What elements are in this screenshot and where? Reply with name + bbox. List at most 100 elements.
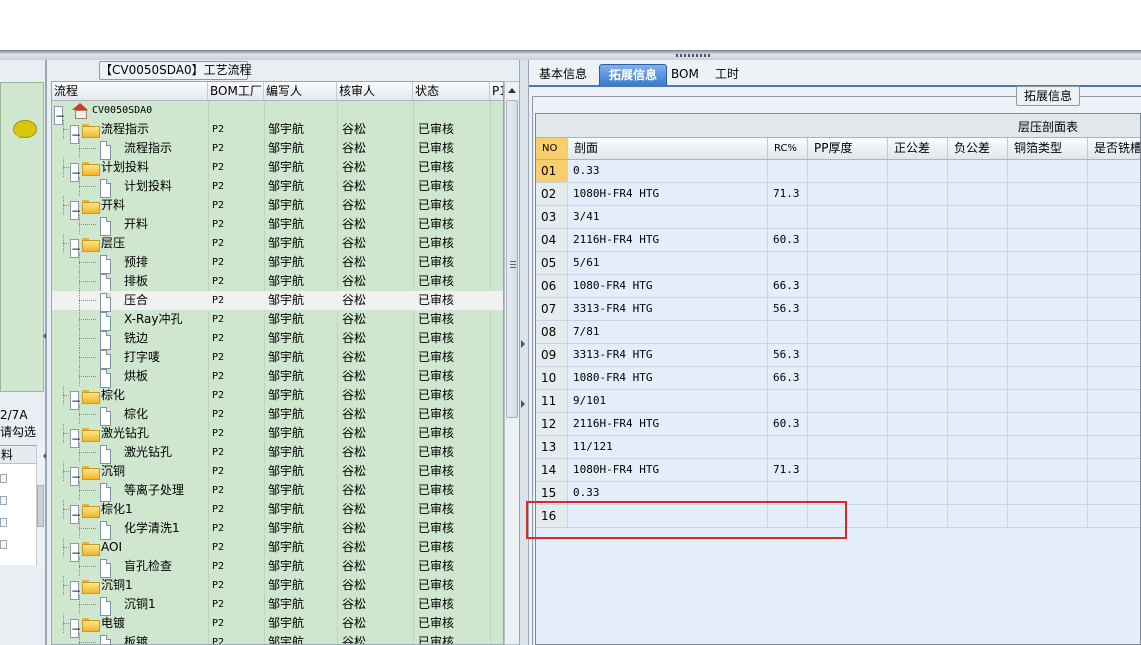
section-cell[interactable]: 3313-FR4 HTG (568, 298, 768, 320)
plus-tolerance-cell[interactable] (888, 206, 948, 228)
copper-type-cell[interactable] (1008, 505, 1088, 527)
lamination-row[interactable]: 15 0.33 (536, 482, 1140, 505)
rc-cell[interactable]: 71.3 (768, 459, 808, 481)
plus-tolerance-cell[interactable] (888, 275, 948, 297)
col-header-reviewer[interactable]: 核审人 (337, 82, 413, 100)
minus-tolerance-cell[interactable] (948, 206, 1008, 228)
pp-thickness-cell[interactable] (808, 344, 888, 366)
col-header-status[interactable]: 状态 (413, 82, 490, 100)
milling-cell[interactable] (1088, 229, 1140, 251)
pp-thickness-cell[interactable] (808, 183, 888, 205)
milling-cell[interactable] (1088, 344, 1140, 366)
tree-row[interactable]: − 层压 P2 邹宇航 谷松 已审核 (52, 234, 503, 258)
pp-thickness-cell[interactable] (808, 413, 888, 435)
pp-thickness-cell[interactable] (808, 206, 888, 228)
col-header-rc[interactable]: RC% (768, 138, 808, 159)
rc-cell[interactable] (768, 252, 808, 274)
milling-cell[interactable] (1088, 252, 1140, 274)
lamination-row[interactable]: 06 1080-FR4 HTG 66.3 (536, 275, 1140, 298)
section-cell[interactable]: 1080H-FR4 HTG (568, 459, 768, 481)
minus-tolerance-cell[interactable] (948, 482, 1008, 504)
collapse-right-arrow-icon[interactable] (521, 400, 525, 408)
lamination-row[interactable]: 05 5/61 (536, 252, 1140, 275)
lamination-row[interactable]: 11 9/101 (536, 390, 1140, 413)
tree-row[interactable]: 打字唛 P2 邹宇航 谷松 已审核 (52, 348, 503, 369)
plus-tolerance-cell[interactable] (888, 298, 948, 320)
minus-tolerance-cell[interactable] (948, 344, 1008, 366)
milling-cell[interactable] (1088, 413, 1140, 435)
rc-cell[interactable]: 56.3 (768, 344, 808, 366)
minus-tolerance-cell[interactable] (948, 160, 1008, 182)
section-cell[interactable]: 1080-FR4 HTG (568, 367, 768, 389)
pp-thickness-cell[interactable] (808, 275, 888, 297)
col-header-author[interactable]: 编写人 (264, 82, 337, 100)
panel-splitter[interactable] (519, 60, 529, 645)
tree-row[interactable]: 激光钻孔 P2 邹宇航 谷松 已审核 (52, 443, 503, 464)
tree-row[interactable]: − 棕化1 P2 邹宇航 谷松 已审核 (52, 500, 503, 524)
section-cell[interactable]: 1080-FR4 HTG (568, 275, 768, 297)
tree-row[interactable]: − 沉铜 P2 邹宇航 谷松 已审核 (52, 462, 503, 486)
col-header-section[interactable]: 剖面 (568, 138, 768, 159)
plus-tolerance-cell[interactable] (888, 436, 948, 458)
copper-type-cell[interactable] (1008, 413, 1088, 435)
plus-tolerance-cell[interactable] (888, 321, 948, 343)
tab-extended-info[interactable]: 拓展信息 (599, 64, 667, 86)
milling-cell[interactable] (1088, 482, 1140, 504)
tree-row[interactable]: − CV0050SDA0 (52, 101, 503, 125)
tree-row[interactable]: − 激光钻孔 P2 邹宇航 谷松 已审核 (52, 424, 503, 448)
minus-tolerance-cell[interactable] (948, 367, 1008, 389)
tree-row[interactable]: 流程指示 P2 邹宇航 谷松 已审核 (52, 139, 503, 160)
rc-cell[interactable] (768, 160, 808, 182)
pp-thickness-cell[interactable] (808, 229, 888, 251)
copper-type-cell[interactable] (1008, 206, 1088, 228)
section-cell[interactable]: 9/101 (568, 390, 768, 412)
lamination-row[interactable]: 04 2116H-FR4 HTG 60.3 (536, 229, 1140, 252)
section-cell[interactable]: 0.33 (568, 482, 768, 504)
section-cell[interactable]: 2116H-FR4 HTG (568, 229, 768, 251)
minus-tolerance-cell[interactable] (948, 252, 1008, 274)
plus-tolerance-cell[interactable] (888, 229, 948, 251)
plus-tolerance-cell[interactable] (888, 183, 948, 205)
tree-row[interactable]: 化学清洗1 P2 邹宇航 谷松 已审核 (52, 519, 503, 540)
minus-tolerance-cell[interactable] (948, 505, 1008, 527)
rc-cell[interactable] (768, 505, 808, 527)
minus-tolerance-cell[interactable] (948, 229, 1008, 251)
copper-type-cell[interactable] (1008, 298, 1088, 320)
tree-row[interactable]: 铣边 P2 邹宇航 谷松 已审核 (52, 329, 503, 350)
rc-cell[interactable]: 56.3 (768, 298, 808, 320)
lamination-row[interactable]: 12 2116H-FR4 HTG 60.3 (536, 413, 1140, 436)
copper-type-cell[interactable] (1008, 436, 1088, 458)
milling-cell[interactable] (1088, 160, 1140, 182)
milling-cell[interactable] (1088, 321, 1140, 343)
rc-cell[interactable] (768, 206, 808, 228)
pp-thickness-cell[interactable] (808, 298, 888, 320)
col-header-milling[interactable]: 是否铣槽 (1088, 138, 1140, 159)
section-cell[interactable]: 0.33 (568, 160, 768, 182)
tree-row[interactable]: 计划投料 P2 邹宇航 谷松 已审核 (52, 177, 503, 198)
milling-cell[interactable] (1088, 275, 1140, 297)
plus-tolerance-cell[interactable] (888, 344, 948, 366)
plus-tolerance-cell[interactable] (888, 252, 948, 274)
section-cell[interactable]: 3313-FR4 HTG (568, 344, 768, 366)
col-header-pp-thickness[interactable]: PP厚度 (808, 138, 888, 159)
lamination-row[interactable]: 01 0.33 (536, 160, 1140, 183)
rc-cell[interactable] (768, 321, 808, 343)
plus-tolerance-cell[interactable] (888, 505, 948, 527)
section-cell[interactable]: 1080H-FR4 HTG (568, 183, 768, 205)
milling-cell[interactable] (1088, 436, 1140, 458)
col-header-bom[interactable]: BOM工厂 (208, 82, 264, 100)
minus-tolerance-cell[interactable] (948, 275, 1008, 297)
left-checkbox[interactable] (0, 540, 7, 549)
minus-tolerance-cell[interactable] (948, 298, 1008, 320)
tree-row[interactable]: − 流程指示 P2 邹宇航 谷松 已审核 (52, 120, 503, 144)
pp-thickness-cell[interactable] (808, 252, 888, 274)
left-scroll-thumb[interactable] (37, 485, 44, 527)
tree-row[interactable]: 沉铜1 P2 邹宇航 谷松 已审核 (52, 595, 503, 616)
tab-bom[interactable]: BOM (671, 64, 699, 86)
tree-row[interactable]: 棕化 P2 邹宇航 谷松 已审核 (52, 405, 503, 426)
rc-cell[interactable]: 71.3 (768, 183, 808, 205)
top-splitter[interactable] (0, 50, 1141, 60)
copper-type-cell[interactable] (1008, 482, 1088, 504)
rc-cell[interactable] (768, 390, 808, 412)
milling-cell[interactable] (1088, 459, 1140, 481)
